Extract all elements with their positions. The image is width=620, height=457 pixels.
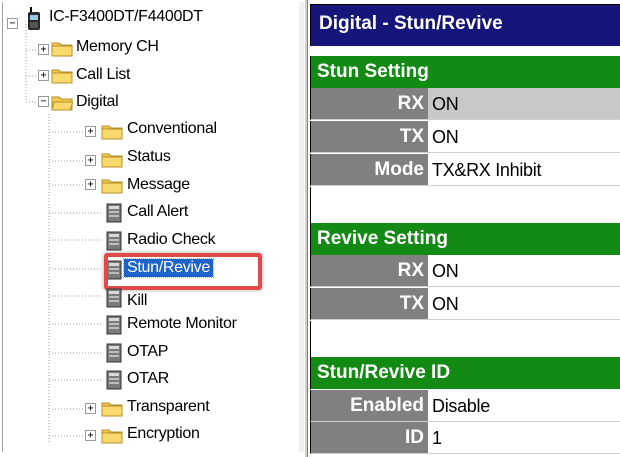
selection-highlight-box [104, 253, 262, 290]
tree-item-status[interactable]: Status [127, 148, 171, 166]
section-header-stun-setting: Stun Setting [310, 56, 620, 88]
property-name: ID [310, 422, 428, 454]
property-name: Enabled [310, 390, 428, 422]
property-row-enabled[interactable]: Enabled Disable [310, 390, 620, 422]
property-row-revive-tx[interactable]: TX ON [310, 288, 620, 320]
tree-item-kill[interactable]: Kill [127, 292, 147, 310]
section-header-revive-setting: Revive Setting [310, 223, 620, 255]
tree-item-otap[interactable]: OTAP [127, 343, 168, 361]
section-header-stun-revive-id: Stun/Revive ID [310, 357, 620, 389]
property-row-id[interactable]: ID 1 [310, 422, 620, 454]
expand-toggle[interactable]: + [85, 403, 96, 414]
property-value[interactable]: 1 [428, 422, 620, 454]
tree-item-call-list[interactable]: Call List [76, 66, 131, 84]
blank-spacer-row [310, 187, 620, 223]
property-value[interactable]: ON [428, 255, 620, 287]
expand-toggle[interactable]: + [85, 430, 96, 441]
property-name: Mode [310, 154, 428, 186]
settings-page-icon [106, 343, 122, 363]
tree-item-otar[interactable]: OTAR [127, 370, 169, 388]
tree-item-conventional[interactable]: Conventional [127, 120, 217, 138]
settings-page-icon [106, 370, 122, 390]
tree-item-digital[interactable]: Digital [76, 93, 119, 111]
settings-panel: Digital - Stun/Revive Stun Setting RX ON… [308, 0, 620, 457]
expand-toggle[interactable]: + [38, 70, 49, 81]
folder-icon [101, 402, 123, 417]
tree-item-remote-monitor[interactable]: Remote Monitor [127, 315, 237, 333]
settings-page-icon [106, 315, 122, 335]
settings-page-icon [106, 288, 122, 308]
property-name: RX [310, 88, 428, 120]
property-value[interactable]: ON [428, 288, 620, 320]
folder-icon [51, 42, 73, 57]
tree-root-label[interactable]: IC-F3400DT/F4400DT [49, 8, 203, 26]
property-value[interactable]: TX&RX Inhibit [428, 154, 620, 186]
property-row-stun-mode[interactable]: Mode TX&RX Inhibit [310, 154, 620, 186]
settings-tree[interactable]: − IC-F3400DT/F4400DT + Memory CH + Call … [2, 2, 304, 452]
folder-icon [101, 153, 123, 168]
property-value[interactable]: ON [428, 121, 620, 153]
expand-toggle[interactable]: + [85, 179, 96, 190]
tree-item-memory-ch[interactable]: Memory CH [76, 38, 159, 56]
folder-icon [101, 125, 123, 140]
tree-item-message[interactable]: Message [127, 176, 190, 194]
expand-toggle[interactable]: + [85, 155, 96, 166]
folder-icon [101, 429, 123, 444]
property-row-stun-tx[interactable]: TX ON [310, 121, 620, 153]
radio-device-icon [28, 7, 40, 30]
collapse-toggle[interactable]: − [38, 96, 49, 107]
property-value[interactable]: Disable [428, 390, 620, 422]
expand-toggle[interactable]: + [85, 126, 96, 137]
collapse-root-toggle[interactable]: − [7, 18, 18, 29]
tree-item-radio-check[interactable]: Radio Check [127, 231, 216, 249]
folder-icon [101, 179, 123, 194]
property-row-stun-rx[interactable]: RX ON [310, 88, 620, 120]
property-name: RX [310, 255, 428, 287]
property-row-revive-rx[interactable]: RX ON [310, 255, 620, 287]
blank-spacer-row [310, 321, 620, 357]
property-name: TX [310, 121, 428, 153]
tree-item-encryption[interactable]: Encryption [127, 425, 200, 443]
settings-page-icon [106, 231, 122, 251]
folder-open-icon [51, 96, 73, 111]
expand-toggle[interactable]: + [38, 44, 49, 55]
property-value[interactable]: ON [428, 88, 620, 120]
folder-icon [51, 69, 73, 84]
tree-item-transparent[interactable]: Transparent [127, 398, 210, 416]
settings-page-icon [106, 203, 122, 223]
property-name: TX [310, 288, 428, 320]
tree-item-call-alert[interactable]: Call Alert [127, 203, 188, 221]
panel-title: Digital - Stun/Revive [310, 4, 620, 46]
